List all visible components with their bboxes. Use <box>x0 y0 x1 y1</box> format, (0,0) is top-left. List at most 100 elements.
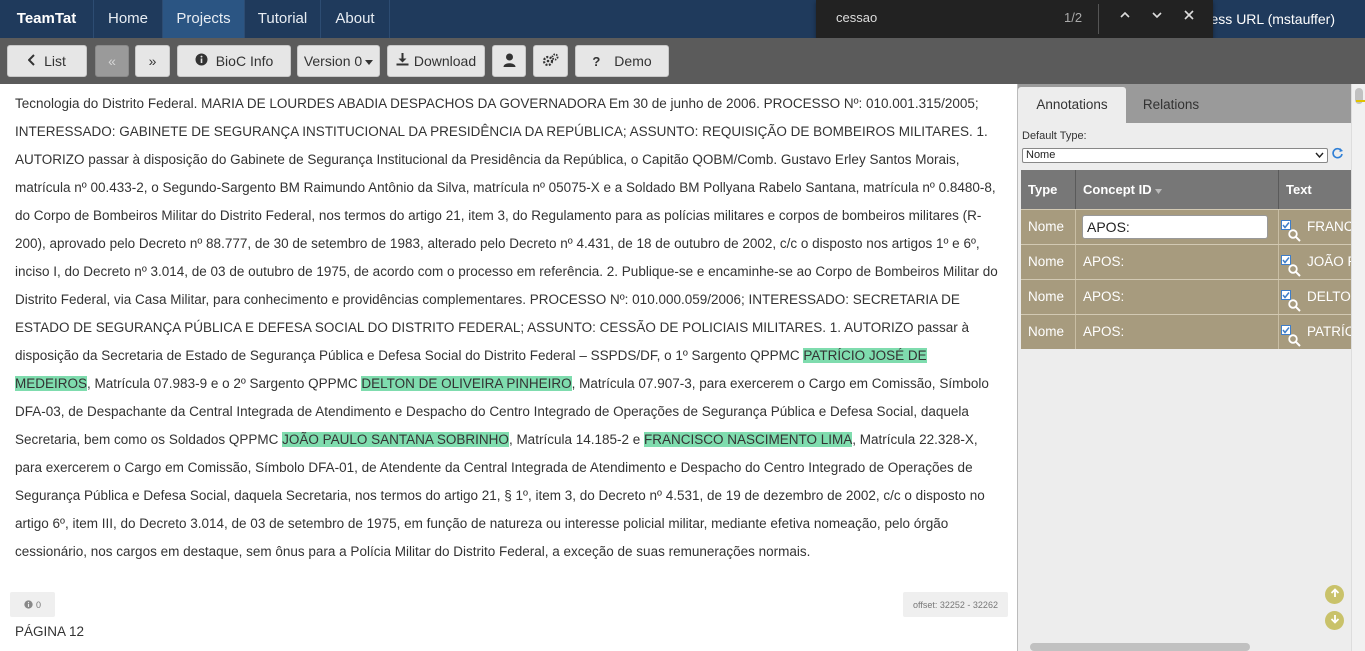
nav-about[interactable]: About <box>321 0 390 38</box>
find-match-marker <box>1356 100 1365 102</box>
annotated-entity[interactable]: FRANCISCO NASCIMENTO LIMA <box>644 432 853 447</box>
demo-button[interactable]: ? Demo <box>575 45 669 77</box>
column-concept-id-label: Concept ID <box>1083 182 1152 197</box>
passage-offset-badge: offset: 32252 - 32262 <box>903 592 1008 617</box>
annotation-rows: NomeAPOS:FRANCINomeAPOS:JOÃO PNomeAPOS:D… <box>1021 209 1352 349</box>
toolbar: List « » BioC Info Version 0 Download ? <box>0 38 1365 84</box>
nav-home[interactable]: Home <box>94 0 163 38</box>
concept-id-value: APOS: <box>1083 254 1125 269</box>
annotation-text-cell: FRANCI <box>1279 210 1352 244</box>
info-icon <box>195 53 208 69</box>
annotation-text-cell: PATRÍC <box>1279 315 1352 349</box>
column-concept-id[interactable]: Concept ID <box>1076 170 1279 209</box>
annotation-type: Nome <box>1021 280 1076 314</box>
annotation-row[interactable]: NomeAPOS: FRANCI <box>1021 209 1352 244</box>
version-dropdown[interactable]: Version 0 <box>297 45 380 77</box>
passage-text: , Matrícula 07.983-9 e o 2º Sargento QPP… <box>87 376 362 391</box>
refresh-icon[interactable] <box>1331 147 1344 163</box>
annotation-text-cell: DELTON <box>1279 280 1352 314</box>
annotated-entity[interactable]: DELTON DE OLIVEIRA PINHEIRO <box>361 376 572 391</box>
user-icon <box>503 53 516 70</box>
panel-horizontal-scrollbar[interactable] <box>1030 643 1250 651</box>
find-prev-icon[interactable] <box>1114 6 1136 28</box>
column-type[interactable]: Type <box>1021 170 1076 209</box>
annotation-concept-cell[interactable]: APOS: <box>1076 210 1279 244</box>
page-vertical-scrollbar[interactable] <box>1351 84 1365 651</box>
annotation-table: Type Concept ID Text NomeAPOS:FRANCINome… <box>1021 170 1352 349</box>
download-button[interactable]: Download <box>387 45 485 77</box>
prev-document-label: « <box>108 53 116 69</box>
annotation-text: FRANCI <box>1307 219 1352 234</box>
column-text[interactable]: Text <box>1279 170 1352 209</box>
find-match-count: 1/2 <box>1064 10 1083 25</box>
chevron-left-icon <box>27 53 36 69</box>
find-bar: cessao 1/2 <box>816 0 1213 41</box>
question-icon: ? <box>592 53 601 69</box>
tab-annotations[interactable]: Annotations <box>1018 87 1126 123</box>
prev-document-button[interactable]: « <box>95 45 129 77</box>
demo-label: Demo <box>614 53 652 69</box>
list-button[interactable]: List <box>7 45 87 77</box>
user-access-url[interactable]: ccess URL (mstauffer) <box>1197 0 1335 38</box>
download-icon <box>396 53 409 69</box>
annotation-panel: Annotations Relations Default Type: Nome… <box>1017 84 1352 651</box>
annotation-concept-cell[interactable]: APOS: <box>1076 245 1279 279</box>
passage-text: , Matrícula 14.185-2 e <box>508 432 645 447</box>
annotation-type: Nome <box>1021 315 1076 349</box>
search-icon[interactable] <box>1288 220 1301 244</box>
concept-id-value: APOS: <box>1083 324 1125 339</box>
annotated-entity[interactable]: JOÃO PAULO SANTANA SOBRINHO <box>282 432 509 447</box>
panel-tabs: Annotations Relations <box>1018 84 1352 123</box>
scroll-up-icon[interactable] <box>1325 585 1344 604</box>
search-icon[interactable] <box>1288 255 1301 279</box>
tab-relations[interactable]: Relations <box>1126 87 1216 123</box>
brand-logo[interactable]: TeamTat <box>0 0 94 38</box>
annotation-text-cell: JOÃO P <box>1279 245 1352 279</box>
document-pane: Tecnologia do Distrito Federal. MARIA DE… <box>0 84 1017 651</box>
document-passage: Tecnologia do Distrito Federal. MARIA DE… <box>15 90 1002 566</box>
passage-info-badge[interactable]: 0 <box>10 592 55 617</box>
passage-info-count: 0 <box>35 599 41 610</box>
next-document-label: » <box>148 53 157 69</box>
bioc-info-label: BioC Info <box>215 53 274 69</box>
passage-text: Tecnologia do Distrito Federal. MARIA DE… <box>15 96 998 363</box>
scroll-down-icon[interactable] <box>1325 611 1344 630</box>
gears-icon <box>542 53 559 70</box>
passage-text: , Matrícula 22.328-X, para exercerem o C… <box>15 432 985 559</box>
concept-id-value: APOS: <box>1083 289 1125 304</box>
annotation-table-header: Type Concept ID Text <box>1021 170 1352 209</box>
default-type-select[interactable]: Nome <box>1022 148 1328 163</box>
annotation-row[interactable]: Nome APOS: DELTON <box>1021 279 1352 314</box>
search-icon[interactable] <box>1288 290 1301 314</box>
list-button-label: List <box>44 53 66 69</box>
annotation-text: DELTON <box>1307 289 1352 304</box>
info-small-icon <box>24 600 33 609</box>
annotation-concept-cell[interactable]: APOS: <box>1076 315 1279 349</box>
caret-down-icon <box>365 54 374 69</box>
find-next-icon[interactable] <box>1146 6 1168 28</box>
nav-projects[interactable]: Projects <box>163 0 245 38</box>
search-icon[interactable] <box>1288 325 1301 349</box>
sort-desc-icon <box>1155 182 1163 197</box>
concept-id-input[interactable]: APOS: <box>1082 215 1268 239</box>
annotation-type: Nome <box>1021 210 1076 244</box>
annotation-row[interactable]: Nome APOS: JOÃO P <box>1021 244 1352 279</box>
find-separator <box>1098 4 1099 34</box>
annotation-concept-cell[interactable]: APOS: <box>1076 280 1279 314</box>
next-document-button[interactable]: » <box>135 45 170 77</box>
annotation-text: PATRÍC <box>1307 324 1352 339</box>
find-input[interactable]: cessao <box>836 10 1056 25</box>
find-close-icon[interactable] <box>1178 6 1200 28</box>
annotation-row[interactable]: Nome APOS: PATRÍC <box>1021 314 1352 349</box>
default-type-label: Default Type: <box>1022 130 1087 142</box>
annotation-type: Nome <box>1021 245 1076 279</box>
default-type-value: Nome <box>1026 149 1056 161</box>
bioc-info-button[interactable]: BioC Info <box>177 45 291 77</box>
user-button[interactable] <box>492 45 526 77</box>
settings-button[interactable] <box>533 45 568 77</box>
next-passage-text: PÁGINA 12 <box>15 624 85 639</box>
annotation-text: JOÃO P <box>1307 254 1352 269</box>
select-arrow-icon <box>1315 149 1324 162</box>
download-label: Download <box>413 53 477 69</box>
nav-tutorial[interactable]: Tutorial <box>245 0 321 38</box>
